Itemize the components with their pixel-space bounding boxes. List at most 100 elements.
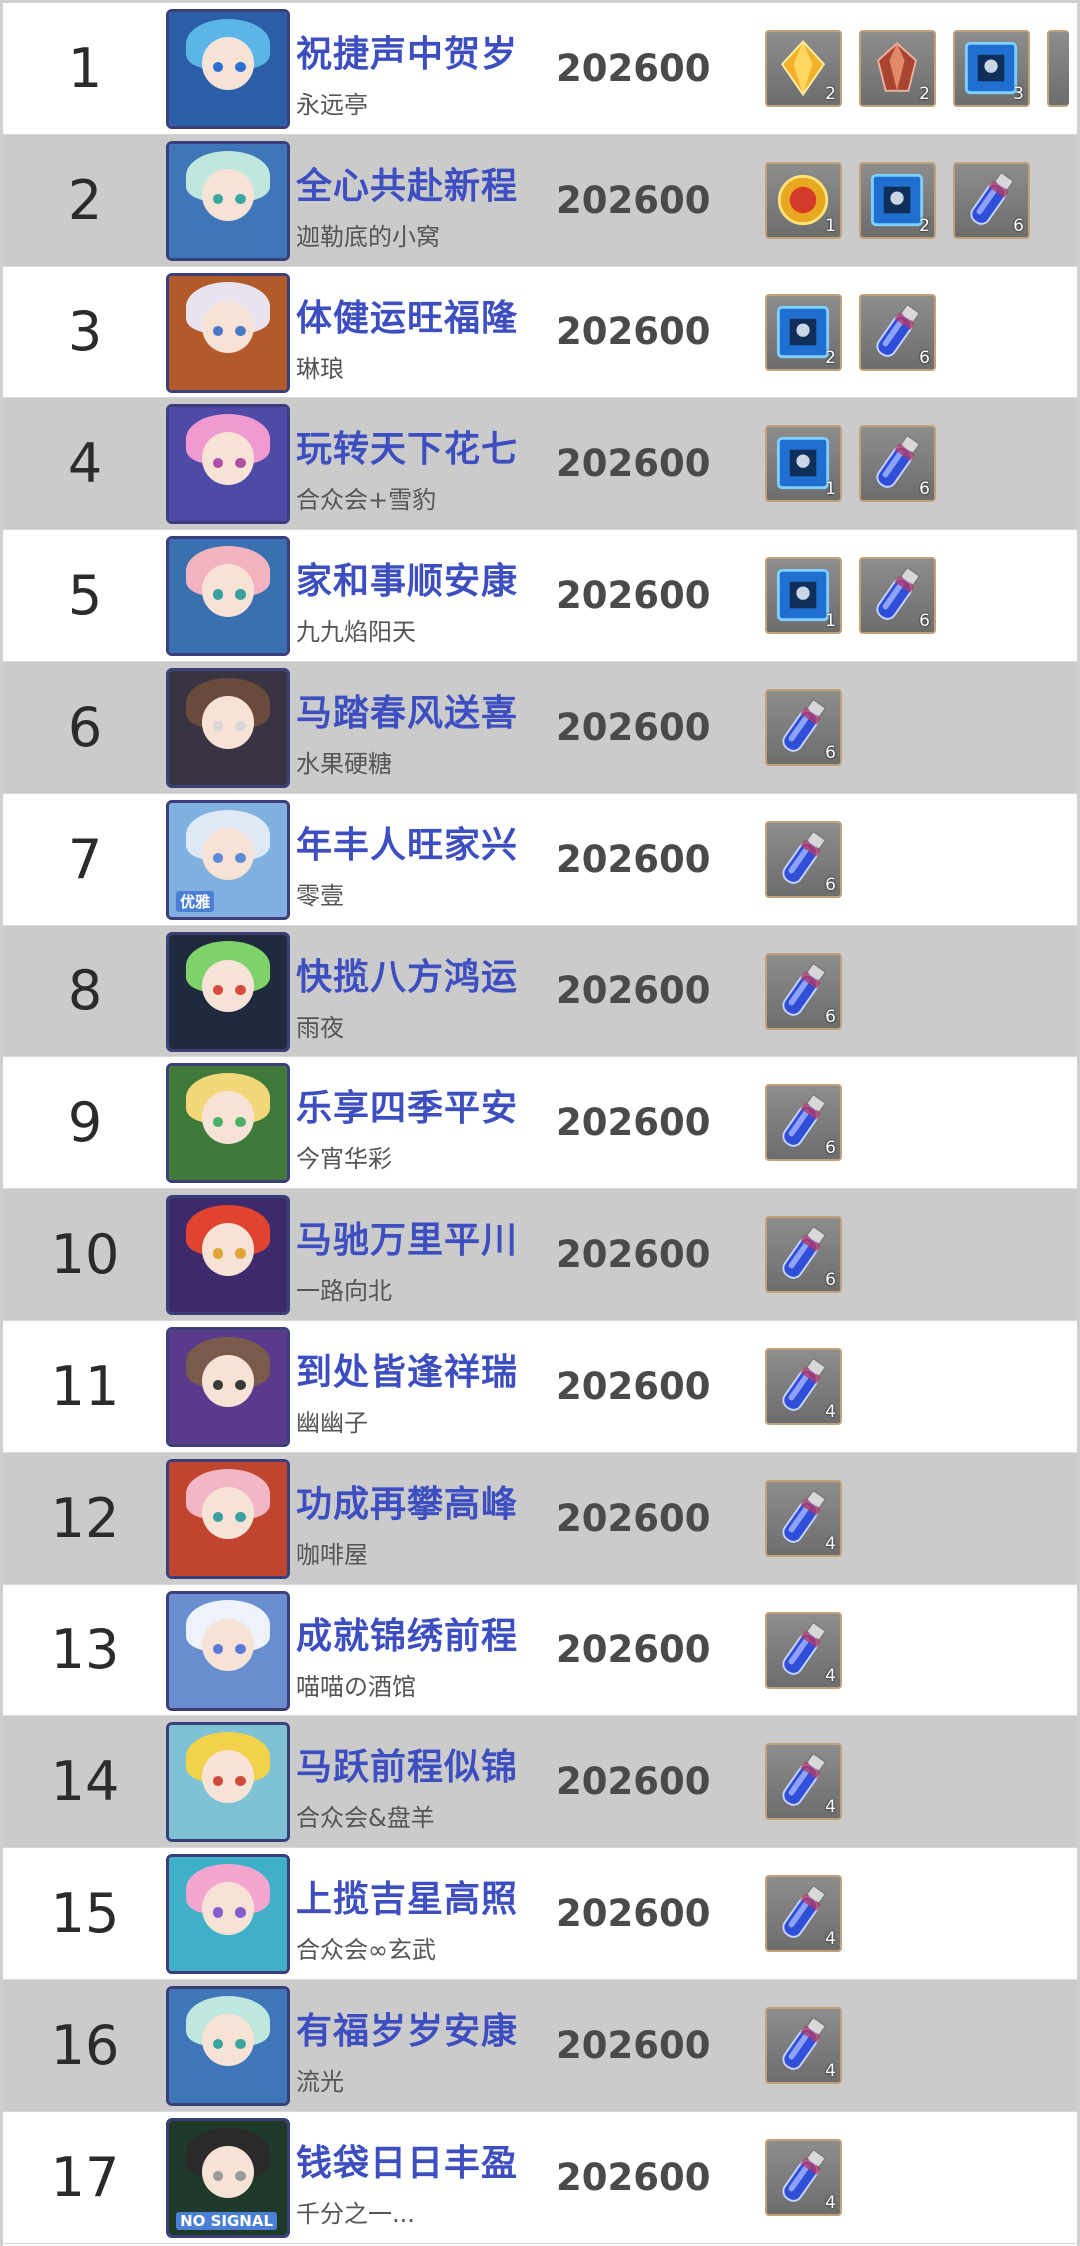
reward-count: 6 <box>919 611 930 632</box>
reward-item[interactable]: 4 <box>765 2138 842 2216</box>
player-title[interactable]: 年丰人旺家兴 <box>296 816 518 868</box>
leaderboard-row[interactable]: 3 体健运旺福隆 琳琅 202600 2 6 <box>3 266 1077 399</box>
avatar[interactable] <box>166 1854 290 1975</box>
reward-count: 4 <box>825 1797 836 1818</box>
reward-list: 6 <box>765 820 842 901</box>
reward-item[interactable]: 6 <box>953 161 1030 239</box>
avatar[interactable] <box>166 667 290 788</box>
avatar[interactable]: NO SIGNAL <box>166 2117 290 2238</box>
reward-list: 2 2 3 <box>765 30 1069 110</box>
rank-number: 6 <box>67 695 103 759</box>
leaderboard-row[interactable]: 12 功成再攀高峰 咖啡屋 202600 4 <box>3 1452 1077 1585</box>
score-value: 202600 <box>556 1628 711 1672</box>
avatar[interactable] <box>166 1326 290 1447</box>
rank-number: 10 <box>50 1223 120 1287</box>
reward-item[interactable]: 6 <box>765 820 842 898</box>
reward-item[interactable]: 4 <box>765 1347 842 1425</box>
avatar[interactable] <box>166 272 290 393</box>
leaderboard-row[interactable]: 2 全心共赴新程 迦勒底的小窝 202600 1 2 6 <box>3 134 1077 267</box>
score-value: 202600 <box>556 310 711 354</box>
leaderboard-row[interactable]: 10 马驰万里平川 一路向北 202600 6 <box>3 1189 1077 1321</box>
reward-item[interactable]: 4 <box>765 1611 842 1689</box>
leaderboard-row[interactable]: 5 家和事顺安康 九九焰阳天 202600 1 6 <box>3 530 1077 662</box>
player-title[interactable]: 到处皆逢祥瑞 <box>296 1343 518 1395</box>
guild-name: 幽幽子 <box>296 1408 368 1437</box>
reward-list: 6 <box>765 688 842 769</box>
reward-item[interactable]: 6 <box>765 1084 842 1162</box>
guild-name: 水果硬糖 <box>296 749 392 778</box>
avatar[interactable] <box>166 9 290 129</box>
avatar[interactable] <box>166 1458 290 1579</box>
leaderboard-row[interactable]: 15 上揽吉星高照 合众会∞玄武 202600 4 <box>3 1848 1077 1980</box>
reward-item[interactable]: 4 <box>765 1875 842 1953</box>
leaderboard-row[interactable]: 1 祝捷声中贺岁 永远亭 202600 2 2 3 <box>3 3 1077 135</box>
reward-item[interactable]: 6 <box>859 293 936 371</box>
leaderboard-row[interactable]: 7 优雅 年丰人旺家兴 零壹 202600 6 <box>3 793 1077 926</box>
reward-item[interactable]: 6 <box>765 1216 842 1294</box>
reward-item[interactable]: 2 <box>765 30 842 107</box>
guild-name: 喵喵の酒馆 <box>296 1672 416 1701</box>
avatar[interactable] <box>166 931 290 1052</box>
leaderboard-row[interactable]: 4 玩转天下花七 合众会+雪豹 202600 1 6 <box>3 398 1077 531</box>
leaderboard-row[interactable]: 6 马踏春风送喜 水果硬糖 202600 6 <box>3 661 1077 794</box>
reward-item[interactable]: 1 <box>765 161 842 239</box>
avatar[interactable] <box>166 1590 290 1711</box>
reward-item[interactable]: 1 <box>765 557 842 635</box>
reward-item[interactable]: 2 <box>859 161 936 239</box>
leaderboard-row[interactable]: 8 快揽八方鸿运 雨夜 202600 6 <box>3 925 1077 1058</box>
leaderboard-row[interactable]: 11 到处皆逢祥瑞 幽幽子 202600 4 <box>3 1320 1077 1453</box>
player-title[interactable]: 祝捷声中贺岁 <box>296 25 518 77</box>
leaderboard-row[interactable]: 9 乐享四季平安 今宵华彩 202600 6 <box>3 1057 1077 1190</box>
player-title[interactable]: 马踏春风送喜 <box>296 684 518 736</box>
reward-list: 6 <box>765 1216 842 1296</box>
reward-item[interactable]: 6 <box>765 688 842 766</box>
reward-item[interactable]: 4 <box>765 1743 842 1821</box>
score-value: 202600 <box>556 1233 711 1277</box>
reward-item[interactable]: 6 <box>859 425 936 503</box>
rank-number: 12 <box>50 1486 120 1550</box>
rank-number: 13 <box>50 1618 120 1682</box>
score-value: 202600 <box>556 1760 711 1804</box>
reward-count: 3 <box>1013 84 1024 104</box>
leaderboard-row[interactable]: 14 马跃前程似锦 合众会&盘羊 202600 4 <box>3 1716 1077 1849</box>
reward-count: 4 <box>825 1929 836 1950</box>
avatar[interactable] <box>166 1985 290 2106</box>
reward-item[interactable]: 1 <box>765 425 842 503</box>
guild-name: 合众会&盘羊 <box>296 1804 435 1833</box>
reward-count: 2 <box>919 215 930 236</box>
leaderboard-row[interactable]: 16 有福岁岁安康 流光 202600 4 <box>3 1979 1077 2112</box>
reward-item[interactable]: 4 <box>765 1479 842 1557</box>
player-title[interactable]: 体健运旺福隆 <box>296 289 518 341</box>
avatar[interactable]: 优雅 <box>166 799 290 920</box>
reward-item[interactable]: 6 <box>765 952 842 1030</box>
score-value: 202600 <box>556 1101 711 1145</box>
reward-item[interactable]: 2 <box>765 293 842 371</box>
reward-count: 1 <box>825 611 836 632</box>
player-title[interactable]: 马跃前程似锦 <box>296 1738 518 1790</box>
reward-count: 6 <box>825 1138 836 1159</box>
player-title[interactable]: 有福岁岁安康 <box>296 2002 518 2054</box>
avatar[interactable] <box>166 1195 290 1316</box>
player-title[interactable]: 家和事顺安康 <box>296 552 518 604</box>
reward-item[interactable]: 4 <box>765 2006 842 2084</box>
player-title[interactable]: 快揽八方鸿运 <box>296 948 518 1000</box>
player-title[interactable]: 全心共赴新程 <box>296 157 518 209</box>
player-title[interactable]: 玩转天下花七 <box>296 420 518 472</box>
avatar[interactable] <box>166 1722 290 1843</box>
player-title[interactable]: 成就锦绣前程 <box>296 1607 518 1659</box>
avatar[interactable] <box>166 1063 290 1184</box>
avatar[interactable] <box>166 140 290 261</box>
player-title[interactable]: 上揽吉星高照 <box>296 1870 518 1922</box>
player-title[interactable]: 钱袋日日丰盈 <box>296 2134 518 2186</box>
avatar[interactable] <box>166 404 290 525</box>
leaderboard-row[interactable]: 13 成就锦绣前程喵喵の酒馆 202600 4 <box>3 1584 1077 1717</box>
avatar[interactable] <box>166 536 290 657</box>
leaderboard-row[interactable]: 17 NO SIGNAL 钱袋日日丰盈 千分之一... 202600 4 <box>3 2111 1077 2244</box>
reward-item[interactable]: 2 <box>859 30 936 107</box>
reward-item[interactable]: 6 <box>859 557 936 635</box>
player-title[interactable]: 马驰万里平川 <box>296 1211 518 1263</box>
reward-item[interactable]: 3 <box>953 30 1030 107</box>
player-title[interactable]: 乐享四季平安 <box>296 1079 518 1131</box>
score-value: 202600 <box>556 837 711 881</box>
player-title[interactable]: 功成再攀高峰 <box>296 1475 518 1527</box>
